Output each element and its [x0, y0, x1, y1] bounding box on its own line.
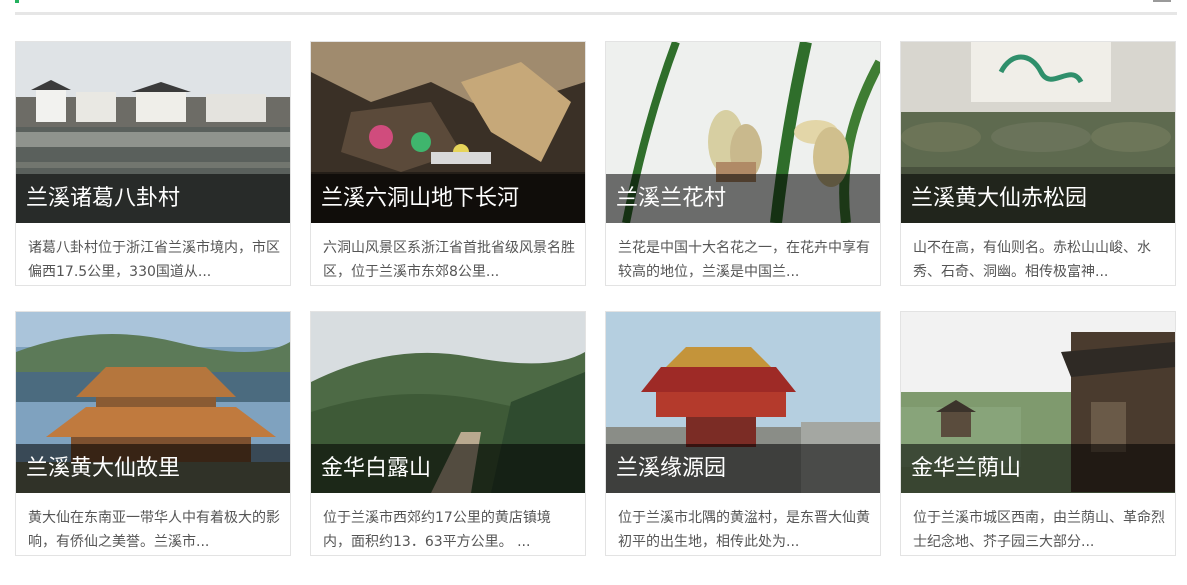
caption-overlay: 兰溪诸葛八卦村 [16, 174, 290, 223]
caption-overlay: 金华兰荫山 [901, 444, 1175, 493]
caption-overlay: 兰溪黄大仙赤松园 [901, 174, 1175, 223]
attraction-title[interactable]: 兰溪缘源园 [616, 454, 726, 484]
attraction-title[interactable]: 金华白露山 [321, 454, 431, 484]
attraction-photo[interactable]: 兰溪缘源园 [606, 312, 880, 493]
caption-overlay: 金华白露山 [311, 444, 585, 493]
section-header-bar [15, 0, 1177, 15]
attraction-photo[interactable]: 金华白露山 [311, 312, 585, 493]
attraction-card[interactable]: 兰溪诸葛八卦村 诸葛八卦村位于浙江省兰溪市境内，市区偏西17.5公里，330国道… [15, 41, 291, 286]
attraction-description: 诸葛八卦村位于浙江省兰溪市境内，市区偏西17.5公里，330国道从... [28, 240, 280, 280]
caption-overlay: 兰溪黄大仙故里 [16, 444, 290, 493]
attraction-title[interactable]: 兰溪黄大仙故里 [26, 454, 180, 484]
more-link-icon[interactable] [1153, 0, 1171, 2]
attraction-title[interactable]: 兰溪六洞山地下长河 [321, 184, 519, 214]
caption-overlay: 兰溪缘源园 [606, 444, 880, 493]
attraction-title[interactable]: 金华兰荫山 [911, 454, 1021, 484]
attraction-description: 山不在高，有仙则名。赤松山山峻、水秀、石奇、洞幽。相传极富神... [913, 240, 1151, 280]
attraction-photo[interactable]: 兰溪黄大仙赤松园 [901, 42, 1175, 223]
attraction-photo[interactable]: 兰溪六洞山地下长河 [311, 42, 585, 223]
attraction-description: 六洞山风景区系浙江省首批省级风景名胜区，位于兰溪市东郊8公里... [323, 240, 575, 280]
attraction-card[interactable]: 兰溪黄大仙故里 黄大仙在东南亚一带华人中有着极大的影响，有侨仙之美誉。兰溪市..… [15, 311, 291, 556]
attraction-card[interactable]: 兰溪兰花村 兰花是中国十大名花之一，在花卉中享有较高的地位，兰溪是中国兰... [605, 41, 881, 286]
attraction-card[interactable]: 金华白露山 位于兰溪市西郊约17公里的黄店镇境内，面积约13．63平方公里。 .… [310, 311, 586, 556]
attraction-photo[interactable]: 金华兰荫山 [901, 312, 1175, 493]
caption-overlay: 兰溪兰花村 [606, 174, 880, 223]
attraction-photo[interactable]: 兰溪兰花村 [606, 42, 880, 223]
attraction-description: 位于兰溪市城区西南，由兰荫山、革命烈士纪念地、芥子园三大部分... [913, 510, 1165, 550]
attraction-card[interactable]: 兰溪六洞山地下长河 六洞山风景区系浙江省首批省级风景名胜区，位于兰溪市东郊8公里… [310, 41, 586, 286]
caption-overlay: 兰溪六洞山地下长河 [311, 174, 585, 223]
attraction-title[interactable]: 兰溪黄大仙赤松园 [911, 184, 1087, 214]
attraction-card[interactable]: 兰溪缘源园 位于兰溪市北隅的黄湓村，是东晋大仙黄初平的出生地，相传此处为... [605, 311, 881, 556]
attraction-description: 黄大仙在东南亚一带华人中有着极大的影响，有侨仙之美誉。兰溪市... [28, 510, 280, 550]
divider [15, 12, 1177, 15]
attraction-title[interactable]: 兰溪诸葛八卦村 [26, 184, 180, 214]
attraction-card[interactable]: 金华兰荫山 位于兰溪市城区西南，由兰荫山、革命烈士纪念地、芥子园三大部分... [900, 311, 1176, 556]
attraction-description: 位于兰溪市北隅的黄湓村，是东晋大仙黄初平的出生地，相传此处为... [618, 510, 870, 550]
attraction-photo[interactable]: 兰溪诸葛八卦村 [16, 42, 290, 223]
attraction-description: 兰花是中国十大名花之一，在花卉中享有较高的地位，兰溪是中国兰... [618, 240, 870, 280]
accent-marker [15, 0, 19, 3]
attraction-card[interactable]: 兰溪黄大仙赤松园 山不在高，有仙则名。赤松山山峻、水秀、石奇、洞幽。相传极富神.… [900, 41, 1176, 286]
attraction-photo[interactable]: 兰溪黄大仙故里 [16, 312, 290, 493]
attraction-description: 位于兰溪市西郊约17公里的黄店镇境内，面积约13．63平方公里。 ... [323, 510, 551, 550]
attraction-title[interactable]: 兰溪兰花村 [616, 184, 726, 214]
